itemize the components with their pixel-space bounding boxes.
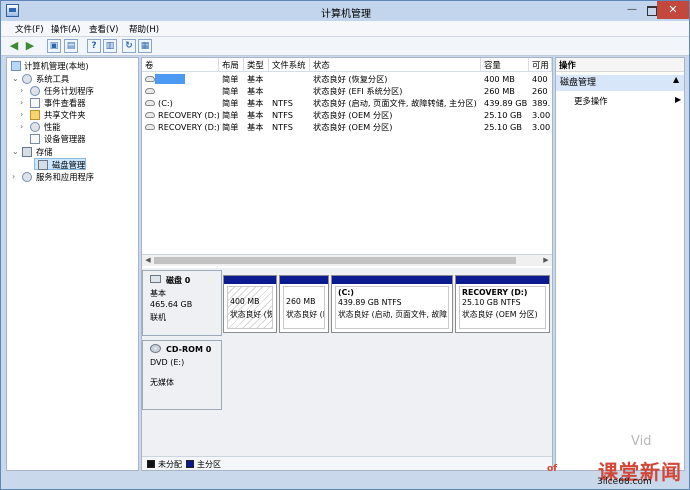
table-row[interactable]: 简单 基本 状态良好 (EFI 系统分区) 260 MB 260	[142, 85, 552, 97]
title-bar: 计算机管理 — ✕	[1, 1, 689, 21]
menu-help[interactable]: 帮助(H)	[129, 23, 159, 35]
partition-efi[interactable]: 260 MB 状态良好 (E	[279, 275, 329, 333]
expand-chevron-icon[interactable]: ›	[20, 97, 28, 109]
column-free[interactable]: 可用	[529, 58, 552, 72]
expand-chevron-icon[interactable]: ›	[20, 121, 28, 133]
back-arrow-icon[interactable]: ◀	[7, 39, 21, 53]
show-hide-tree-icon[interactable]: ▤	[64, 39, 78, 53]
tree-item-services-applications[interactable]: › 服务和应用程序	[12, 171, 132, 183]
scroll-right-arrow-icon[interactable]: ▶	[542, 256, 550, 266]
graphical-disk-view: 磁盘 0 基本 465.64 GB 联机 400 MB 状态良好 (恢 260 …	[142, 268, 552, 470]
partition-c[interactable]: (C:) 439.89 GB NTFS 状态良好 (启动, 页面文件, 故障	[331, 275, 453, 333]
tree-item-computer-management[interactable]: 计算机管理(本地)	[10, 60, 135, 72]
unallocated-swatch	[147, 460, 155, 468]
refresh-icon[interactable]: ↻	[122, 39, 136, 53]
tree-item-event-viewer[interactable]: › 事件查看器	[20, 97, 132, 109]
tree-item-storage[interactable]: ⌄ 存储	[12, 146, 132, 158]
table-row[interactable]: RECOVERY (D:) 简单 基本 NTFS 状态良好 (OEM 分区) 2…	[142, 109, 552, 121]
storage-icon	[22, 147, 32, 157]
primary-partition-swatch	[186, 460, 194, 468]
close-button[interactable]: ✕	[657, 1, 689, 19]
forward-arrow-icon[interactable]: ▶	[23, 39, 37, 53]
tree-item-shared-folders[interactable]: › 共享文件夹	[20, 109, 132, 121]
redacted-volume-name	[155, 74, 185, 84]
expand-chevron-icon[interactable]: ›	[20, 109, 28, 121]
up-folder-icon[interactable]: ▣	[47, 39, 61, 53]
column-capacity[interactable]: 容量	[481, 58, 529, 72]
disk-icon	[150, 275, 161, 283]
volume-list-header: 卷 布局 类型 文件系统 状态 容量 可用	[142, 58, 552, 72]
cdrom-icon	[150, 344, 161, 353]
minimize-button[interactable]: —	[622, 1, 642, 19]
scroll-left-arrow-icon[interactable]: ◀	[144, 256, 152, 266]
shared-folder-icon	[30, 110, 40, 120]
performance-icon	[30, 122, 40, 132]
volume-icon	[145, 76, 155, 82]
collapse-chevron-icon[interactable]: ⌄	[12, 73, 20, 85]
more-actions-link[interactable]: 更多操作	[574, 95, 608, 107]
volume-icon	[145, 124, 155, 130]
table-row[interactable]: 简单 基本 状态良好 (恢复分区) 400 MB 400	[142, 73, 552, 85]
collapse-chevron-icon[interactable]: ⌄	[12, 146, 20, 158]
action-disk-management[interactable]: 磁盘管理	[556, 75, 684, 91]
cdrom-0-label[interactable]: CD-ROM 0 DVD (E:) 无媒体	[142, 340, 222, 410]
disk-management-pane: 卷 布局 类型 文件系统 状态 容量 可用 简单 基本 状态良好 (恢复分区) …	[141, 57, 553, 471]
menu-action[interactable]: 操作(A)	[51, 23, 80, 35]
column-type[interactable]: 类型	[244, 58, 269, 72]
watermark-url: 3ilce68.com	[597, 477, 652, 487]
services-icon	[22, 172, 32, 182]
disk-0-label[interactable]: 磁盘 0 基本 465.64 GB 联机	[142, 270, 222, 336]
window-title: 计算机管理	[321, 9, 371, 20]
column-status[interactable]: 状态	[310, 58, 481, 72]
actions-pane: 操作 磁盘管理 ▲ 更多操作 ▶	[555, 57, 685, 471]
menu-view[interactable]: 查看(V)	[89, 23, 118, 35]
partition-recovery[interactable]: 400 MB 状态良好 (恢	[223, 275, 277, 333]
chevron-right-icon[interactable]: ▶	[675, 95, 681, 104]
clock-icon	[30, 86, 40, 96]
toolbar: ◀ ▶ ▣ ▤ ? ▥ ↻ ▦	[1, 37, 689, 56]
properties-icon[interactable]: ▥	[103, 39, 117, 53]
volume-icon	[145, 112, 155, 118]
column-file-system[interactable]: 文件系统	[269, 58, 310, 72]
disk-management-icon	[38, 160, 48, 170]
tree-item-device-manager[interactable]: 设备管理器	[20, 133, 132, 145]
tree-item-disk-management[interactable]: 磁盘管理	[34, 158, 86, 170]
menu-bar: 文件(F) 操作(A) 查看(V) 帮助(H)	[1, 21, 689, 37]
horizontal-scrollbar[interactable]: ◀ ▶	[142, 254, 552, 266]
computer-management-window: 计算机管理 — ✕ 文件(F) 操作(A) 查看(V) 帮助(H) ◀ ▶ ▣ …	[0, 0, 690, 490]
tree-item-task-scheduler[interactable]: › 任务计划程序	[20, 85, 132, 97]
collapse-up-icon[interactable]: ▲	[673, 75, 679, 84]
table-row[interactable]: RECOVERY (D:) 简单 基本 NTFS 状态良好 (OEM 分区) 2…	[142, 121, 552, 133]
column-layout[interactable]: 布局	[219, 58, 244, 72]
cdrom-empty-area	[223, 338, 552, 410]
event-viewer-icon	[30, 98, 40, 108]
column-volume[interactable]: 卷	[142, 58, 219, 72]
help-icon[interactable]: ?	[87, 39, 101, 53]
volume-icon	[145, 100, 155, 106]
expand-chevron-icon[interactable]: ›	[20, 85, 28, 97]
device-manager-icon	[30, 134, 40, 144]
partition-legend: 未分配 主分区	[142, 456, 552, 470]
menu-file[interactable]: 文件(F)	[15, 23, 44, 35]
scrollbar-thumb[interactable]	[154, 257, 516, 264]
watermark-right: Vid	[631, 434, 652, 449]
expand-chevron-icon[interactable]: ›	[12, 171, 20, 183]
watermark-left: of	[547, 464, 558, 474]
actions-title: 操作	[556, 58, 684, 72]
volume-icon	[145, 88, 155, 94]
tree-item-performance[interactable]: › 性能	[20, 121, 132, 133]
tools-icon	[22, 74, 32, 84]
table-row[interactable]: (C:) 简单 基本 NTFS 状态良好 (启动, 页面文件, 故障转储, 主分…	[142, 97, 552, 109]
partition-recovery-d[interactable]: RECOVERY (D:) 25.10 GB NTFS 状态良好 (OEM 分区…	[455, 275, 550, 333]
computer-management-icon	[11, 61, 21, 71]
navigation-tree: 计算机管理(本地) ⌄ 系统工具 › 任务计划程序 › 事件查看器 › 共享文件…	[6, 57, 139, 471]
tree-item-system-tools[interactable]: ⌄ 系统工具	[12, 73, 132, 85]
export-icon[interactable]: ▦	[138, 39, 152, 53]
